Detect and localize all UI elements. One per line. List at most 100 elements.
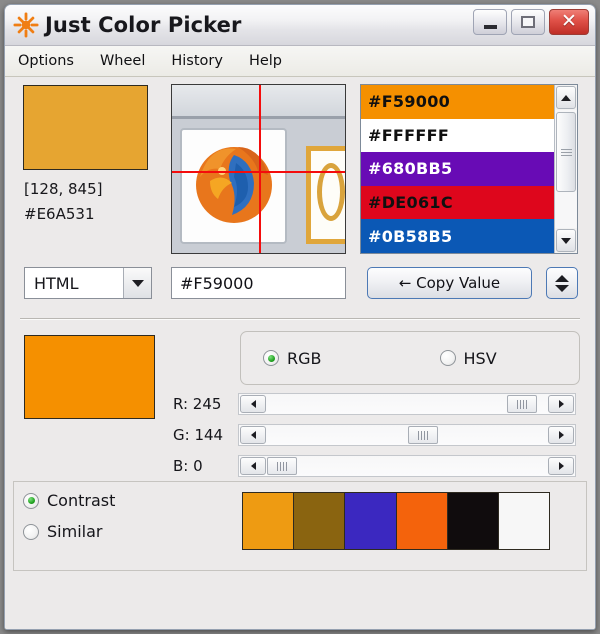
color-list-scrollbar[interactable] [554, 85, 577, 253]
arrow-right-icon [558, 462, 564, 470]
list-item-hex: #0B58B5 [368, 226, 453, 246]
format-select[interactable]: HTML [24, 267, 152, 299]
app-starburst-icon [13, 12, 39, 38]
chevron-down-icon [561, 237, 571, 244]
list-item[interactable]: #680BB5 [361, 152, 554, 186]
close-button[interactable]: ✕ [549, 9, 589, 35]
picked-color-preview [23, 85, 148, 170]
radio-similar-label: Similar [47, 522, 103, 541]
harmony-swatch[interactable] [345, 493, 397, 549]
harmony-swatch[interactable] [447, 493, 499, 549]
menu-item-wheel[interactable]: Wheel [100, 53, 145, 69]
format-row: HTML #F59000 ← Copy Value [5, 262, 595, 314]
harmony-swatch[interactable] [294, 493, 346, 549]
slider-label-g: G: 144 [173, 426, 224, 444]
scrollbar-thumb[interactable] [556, 112, 576, 192]
crosshair-vertical [259, 85, 261, 253]
arrow-left-icon [250, 431, 256, 439]
radio-dot-icon [263, 350, 279, 366]
app-window: Just Color Picker ✕ Options Wheel Histor… [4, 4, 596, 630]
maximize-icon [521, 16, 535, 28]
list-item[interactable]: #FFFFFF [361, 118, 554, 153]
harmony-panel: Contrast Similar [13, 481, 587, 571]
slider-thumb-r[interactable] [507, 395, 538, 413]
slider-inc-r[interactable] [548, 395, 574, 413]
list-item[interactable]: #0B58B5 [361, 219, 554, 253]
scroll-down-button[interactable] [556, 229, 576, 252]
scroll-up-button[interactable] [556, 86, 576, 109]
slider-dec-b[interactable] [240, 457, 266, 475]
grip-icon [560, 147, 572, 158]
harmony-swatch[interactable] [498, 493, 550, 549]
slider-row-b: B: 0 [5, 453, 595, 484]
harmony-swatch[interactable] [396, 493, 448, 549]
list-item-hex: #FFFFFF [368, 125, 450, 145]
copy-value-button[interactable]: ← Copy Value [367, 267, 532, 299]
radio-similar[interactable]: Similar [23, 522, 115, 541]
radio-hsv-label: HSV [463, 348, 497, 368]
slider-inc-g[interactable] [548, 426, 574, 444]
arrow-left-icon [250, 462, 256, 470]
list-item-hex: #680BB5 [368, 159, 453, 179]
crosshair-horizontal [172, 171, 345, 173]
stepper-up-icon[interactable] [555, 274, 569, 282]
radio-dot-icon [439, 350, 456, 366]
cursor-coordinates: [128, 845] [24, 180, 103, 198]
scrollbar-track[interactable] [555, 110, 577, 228]
menu-item-history[interactable]: History [171, 53, 223, 69]
magnifier-tile-secondary [306, 146, 345, 244]
color-mode-group: RGB HSV [240, 331, 580, 385]
slider-dec-g[interactable] [240, 426, 266, 444]
list-item[interactable]: #DE061C [361, 185, 554, 220]
format-select-value: HTML [34, 273, 79, 293]
slider-inc-b[interactable] [548, 457, 574, 475]
picked-hex-label: #E6A531 [24, 205, 95, 223]
color-list-rows: #F59000 #FFFFFF #680BB5 #DE061C #0B58B5 [361, 85, 554, 253]
slider-track-g[interactable] [238, 424, 576, 446]
arrow-left-icon [250, 400, 256, 408]
maximize-button[interactable] [511, 9, 545, 35]
list-item[interactable]: #F59000 [361, 85, 554, 119]
harmony-options: Contrast Similar [23, 491, 115, 553]
slider-track-b[interactable] [238, 455, 576, 477]
radio-contrast-label: Contrast [47, 491, 116, 510]
menu-item-help[interactable]: Help [249, 53, 282, 69]
radio-dot-icon [23, 523, 39, 540]
close-icon: ✕ [561, 9, 577, 32]
firefox-icon [196, 147, 272, 223]
slider-track-r[interactable] [238, 393, 576, 415]
color-history-list[interactable]: #F59000 #FFFFFF #680BB5 #DE061C #0B58B5 [360, 84, 578, 254]
color-value-input[interactable]: #F59000 [171, 267, 346, 299]
slider-row-r: R: 245 [5, 391, 595, 422]
harmony-swatch[interactable] [243, 493, 295, 549]
slider-thumb-g[interactable] [408, 426, 439, 444]
arrow-right-icon [558, 400, 564, 408]
menu-item-options[interactable]: Options [18, 53, 74, 69]
minimize-icon [483, 24, 497, 29]
main-content: [128, 845] #E6A531 #F59000 #FFFFFF #680B… [5, 77, 595, 629]
slider-dec-r[interactable] [240, 395, 266, 413]
radio-rgb[interactable]: RGB [263, 349, 322, 368]
list-item-hex: #DE061C [368, 193, 453, 213]
chevron-up-icon [561, 94, 571, 101]
magnifier-preview [171, 84, 346, 254]
slider-row-g: G: 144 [5, 422, 595, 453]
title-bar: Just Color Picker ✕ [5, 5, 595, 46]
minimize-button[interactable] [473, 9, 507, 35]
section-divider [20, 318, 580, 320]
window-title: Just Color Picker [45, 13, 242, 37]
menu-bar: Options Wheel History Help [5, 46, 595, 77]
arrow-right-icon [558, 431, 564, 439]
channel-sliders: R: 245 G: 144 B: 0 [5, 391, 595, 484]
stepper-down-icon[interactable] [555, 284, 569, 292]
radio-rgb-label: RGB [287, 348, 322, 368]
slider-label-b: B: 0 [173, 457, 203, 475]
radio-contrast[interactable]: Contrast [23, 491, 115, 510]
value-stepper[interactable] [546, 267, 578, 299]
slider-thumb-b[interactable] [267, 457, 297, 475]
window-controls: ✕ [473, 9, 589, 35]
format-select-button[interactable] [123, 268, 151, 298]
radio-dot-icon [23, 492, 39, 509]
slider-label-r: R: 245 [173, 395, 222, 413]
radio-hsv[interactable]: HSV [439, 348, 497, 368]
